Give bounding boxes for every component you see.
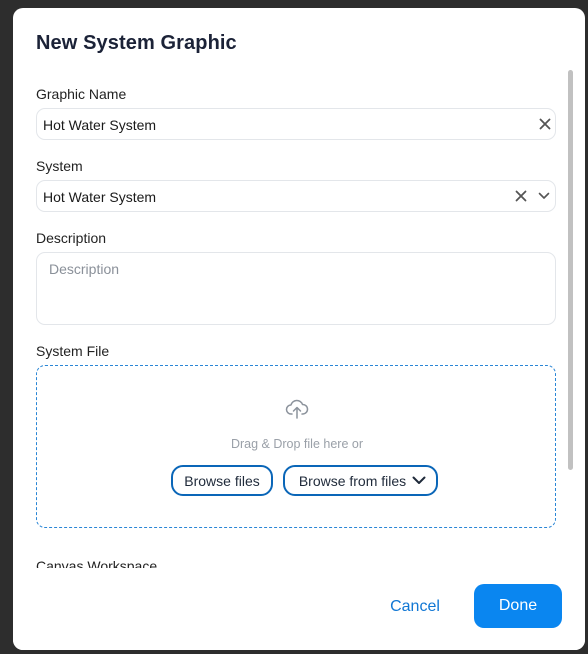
system-select[interactable]: Hot Water System — [36, 180, 556, 212]
cancel-button[interactable]: Cancel — [379, 595, 451, 619]
close-icon[interactable] — [537, 116, 553, 132]
system-value: Hot Water System — [43, 189, 157, 205]
dropzone-text: Drag & Drop file here or — [230, 437, 363, 451]
graphic-name-value: Hot Water System — [43, 117, 157, 133]
dialog-footer: Cancel Done — [13, 568, 585, 650]
dialog-title: New System Graphic — [36, 32, 237, 54]
form-scrollbar[interactable] — [568, 70, 573, 552]
scrollbar-thumb[interactable] — [568, 70, 573, 470]
file-dropzone[interactable]: Drag & Drop file here or Browse files Br… — [36, 365, 556, 528]
browse-files-button[interactable]: Browse files — [171, 465, 273, 496]
description-textarea[interactable]: Description — [36, 252, 556, 325]
system-label: System — [36, 158, 83, 174]
graphic-name-input[interactable]: Hot Water System — [36, 108, 556, 140]
graphic-name-label: Graphic Name — [36, 86, 127, 102]
new-system-graphic-dialog: New System Graphic Graphic Name Hot Wate… — [13, 8, 585, 650]
canvas-workspace-label: Canvas Workspace — [36, 558, 158, 568]
chevron-down-icon — [412, 476, 426, 485]
description-label: Description — [36, 230, 107, 246]
cloud-upload-icon — [285, 398, 309, 420]
browse-from-files-label: Browse from files — [298, 472, 407, 489]
browse-from-files-button[interactable]: Browse from files — [283, 465, 438, 496]
description-placeholder: Description — [49, 261, 120, 277]
form-scroll-area: Graphic Name Hot Water System System Hot… — [13, 78, 585, 568]
close-icon[interactable] — [513, 188, 529, 204]
chevron-down-icon[interactable] — [536, 188, 552, 204]
done-button[interactable]: Done — [474, 584, 562, 628]
system-file-label: System File — [36, 343, 110, 359]
